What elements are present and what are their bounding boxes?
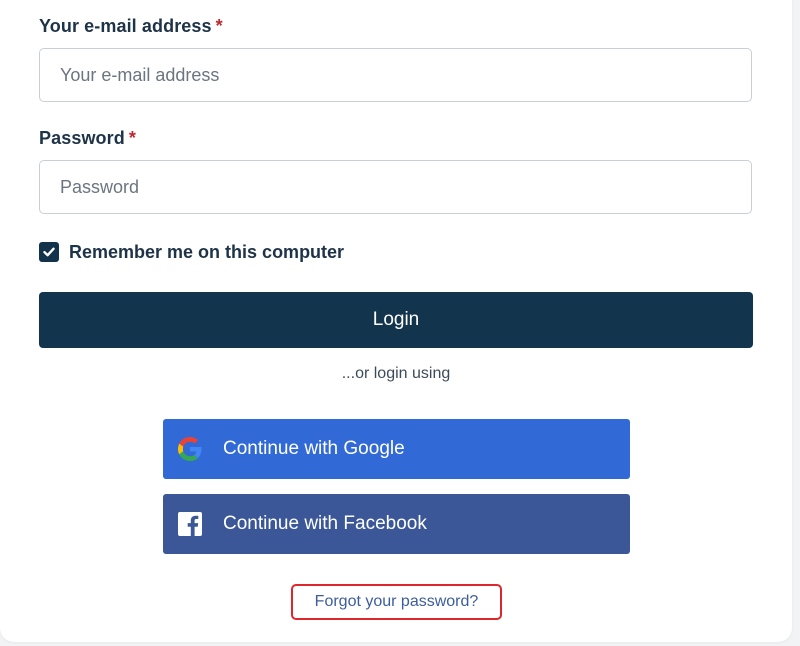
password-label-text: Password xyxy=(39,128,125,148)
remember-me-label[interactable]: Remember me on this computer xyxy=(69,242,344,263)
password-input[interactable] xyxy=(39,160,752,214)
remember-me-row[interactable]: Remember me on this computer xyxy=(39,240,344,264)
facebook-icon xyxy=(178,512,202,536)
login-button[interactable]: Login xyxy=(39,292,753,348)
continue-with-google-button[interactable]: Continue with Google xyxy=(163,419,630,479)
email-input[interactable] xyxy=(39,48,752,102)
required-asterisk: * xyxy=(215,16,223,36)
required-asterisk: * xyxy=(128,128,136,148)
or-login-using-text: ...or login using xyxy=(341,365,451,382)
email-label: Your e-mail address * xyxy=(39,16,223,37)
forgot-password-link[interactable]: Forgot your password? xyxy=(315,593,479,611)
remember-me-checkbox[interactable] xyxy=(39,242,59,262)
check-icon xyxy=(43,247,55,257)
google-icon xyxy=(178,437,202,461)
google-button-label: Continue with Google xyxy=(223,438,405,459)
continue-with-facebook-button[interactable]: Continue with Facebook xyxy=(163,494,630,554)
email-label-text: Your e-mail address xyxy=(39,16,212,36)
password-label: Password * xyxy=(39,128,136,149)
facebook-button-label: Continue with Facebook xyxy=(223,513,427,534)
forgot-password-highlight: Forgot your password? xyxy=(291,584,502,620)
